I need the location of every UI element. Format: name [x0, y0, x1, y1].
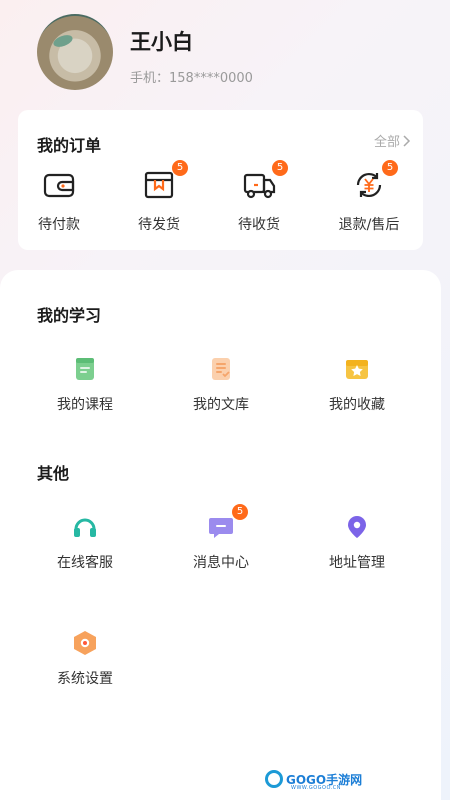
- grid-item-label: 地址管理: [329, 555, 385, 571]
- order-pending-shipment[interactable]: 5 待发货: [119, 160, 199, 234]
- logo-circle-icon: [265, 770, 283, 788]
- orders-card: 我的订单 全部 待付款 5 待发货 5 待收货 5 退款/售后: [18, 110, 423, 250]
- grid-item-label: 在线客服: [57, 555, 113, 571]
- badge: 5: [382, 160, 398, 176]
- refund-icon: [356, 173, 382, 197]
- orders-all-label: 全部: [373, 135, 400, 150]
- grid-item-online-service[interactable]: 在线客服: [30, 514, 140, 572]
- phone-number: 手机：158****0000: [130, 71, 253, 86]
- order-refund-aftersale[interactable]: 5 退款/售后: [327, 160, 411, 234]
- grid-item-label: 我的文库: [193, 397, 249, 413]
- section-title-learning: 我的学习: [37, 306, 102, 325]
- orders-title: 我的订单: [37, 136, 102, 155]
- order-pending-payment[interactable]: 待付款: [19, 168, 99, 234]
- watermark-subtext: WWW.GOGOO.CN: [291, 785, 342, 791]
- grid-item-label: 消息中心: [193, 555, 249, 571]
- order-pending-receipt[interactable]: 5 待收货: [219, 160, 299, 234]
- grid-item-label: 系统设置: [57, 671, 113, 687]
- grid-item-address-management[interactable]: 地址管理: [302, 514, 412, 572]
- order-item-label: 待付款: [38, 217, 80, 233]
- main-panel: 我的学习 我的课程 我的文库 我的收藏 其他 在线客服 5 消息中心 地址管理 …: [0, 270, 441, 800]
- avatar[interactable]: [37, 14, 113, 90]
- wallet-icon: [43, 173, 75, 198]
- grid-item-my-courses[interactable]: 我的课程: [30, 356, 140, 414]
- badge: 5: [232, 504, 248, 520]
- message-icon: [209, 518, 233, 538]
- box-icon: [144, 171, 174, 199]
- section-title-other: 其他: [37, 464, 70, 483]
- grid-item-label: 我的收藏: [329, 397, 385, 413]
- grid-item-message-center[interactable]: 5 消息中心: [166, 504, 276, 572]
- grid-item-system-settings[interactable]: 系统设置: [30, 630, 140, 688]
- order-item-label: 退款/售后: [338, 217, 400, 233]
- chevron-right-icon: [403, 134, 411, 147]
- badge: 5: [172, 160, 188, 176]
- course-book-icon: [76, 358, 94, 380]
- settings-hexagon-icon: [74, 631, 96, 655]
- favorite-star-icon: [346, 360, 368, 379]
- headset-icon: [74, 518, 96, 537]
- grid-item-label: 我的课程: [57, 397, 113, 413]
- truck-icon: [243, 173, 276, 199]
- profile-header: 王小白 手机：158****0000: [0, 0, 450, 110]
- orders-all-link[interactable]: 全部: [374, 131, 411, 150]
- grid-item-my-library[interactable]: 我的文库: [166, 356, 276, 414]
- badge: 5: [272, 160, 288, 176]
- grid-item-my-favorites[interactable]: 我的收藏: [302, 356, 412, 414]
- username: 王小白: [130, 30, 193, 54]
- order-item-label: 待收货: [238, 217, 280, 233]
- watermark-logo: GOGO手游网 WWW.GOGOO.CN: [265, 770, 362, 791]
- order-item-label: 待发货: [138, 217, 180, 233]
- document-library-icon: [212, 358, 230, 380]
- location-pin-icon: [348, 516, 366, 538]
